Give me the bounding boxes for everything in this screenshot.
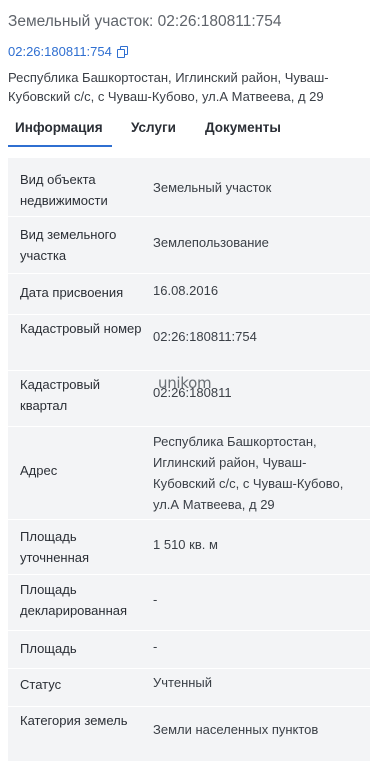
tab-documents[interactable]: Документы [205, 120, 281, 135]
info-row-address: Адрес Республика Башкортостан, Иглинский… [8, 427, 370, 519]
row-value: Учтенный [153, 675, 213, 690]
info-row-land-category: Категория земель Земли населенных пункто… [8, 707, 370, 761]
row-label: Статус [20, 677, 62, 692]
row-value: Землепользование [153, 235, 269, 250]
info-row-assign-date: Дата присвоения 16.08.2016 [8, 274, 370, 314]
cadastral-object-page: Земельный участок: 02:26:180811:754 02:2… [0, 0, 374, 761]
cadastral-number-link[interactable]: 02:26:180811:754 [8, 44, 112, 60]
row-value: - [153, 639, 158, 654]
row-label: Адрес [20, 463, 58, 478]
row-label: Дата присвоения [20, 285, 124, 300]
row-value: - [153, 592, 158, 607]
info-row-status: Статус Учтенный [8, 669, 370, 706]
cadastral-number-copy-row: 02:26:180811:754 [8, 43, 129, 61]
info-row-object-type: Вид объекта недвижимости Земельный участ… [8, 158, 370, 216]
info-row-land-type: Вид земельного участка Землепользование [8, 217, 370, 273]
tab-information[interactable]: Информация [15, 120, 103, 135]
info-panel: Вид объекта недвижимости Земельный участ… [8, 158, 370, 761]
row-label: Площадь [20, 641, 77, 656]
info-row-cadastral-number: Кадастровый номер 02:26:180811:754 [8, 315, 370, 370]
watermark-logo: unikom [158, 374, 212, 392]
row-label: Вид земельного участка [20, 227, 117, 263]
row-label: Кадастровый номер [20, 321, 142, 336]
active-tab-indicator [8, 145, 112, 147]
row-label: Вид объекта недвижимости [20, 172, 108, 208]
row-value: 16.08.2016 [153, 283, 219, 298]
row-value: 02:26:180811:754 [153, 329, 257, 344]
row-value: Земли населенных пунктов [153, 722, 319, 737]
tab-bar: Информация Услуги Документы [0, 116, 374, 148]
row-label: Площадь декларированная [20, 582, 128, 618]
row-value: Земельный участок [153, 180, 272, 195]
row-label: Категория земель [20, 713, 128, 728]
info-row-area-declared: Площадь декларированная - [8, 575, 370, 630]
row-value: 1 510 кв. м [153, 537, 218, 552]
row-value: Республика Башкортостан, Иглинский район… [153, 434, 344, 512]
info-row-area: Площадь - [8, 631, 370, 668]
tab-services[interactable]: Услуги [131, 120, 176, 135]
page-title: Земельный участок: 02:26:180811:754 [8, 13, 282, 30]
watermark-text: unikom [158, 374, 212, 392]
row-label: Кадастровый квартал [20, 377, 101, 413]
copy-icon[interactable] [116, 45, 129, 59]
info-row-area-refined: Площадь уточненная 1 510 кв. м [8, 520, 370, 574]
row-label: Площадь уточненная [20, 529, 90, 565]
object-address: Республика Башкортостан, Иглинский район… [8, 70, 329, 104]
